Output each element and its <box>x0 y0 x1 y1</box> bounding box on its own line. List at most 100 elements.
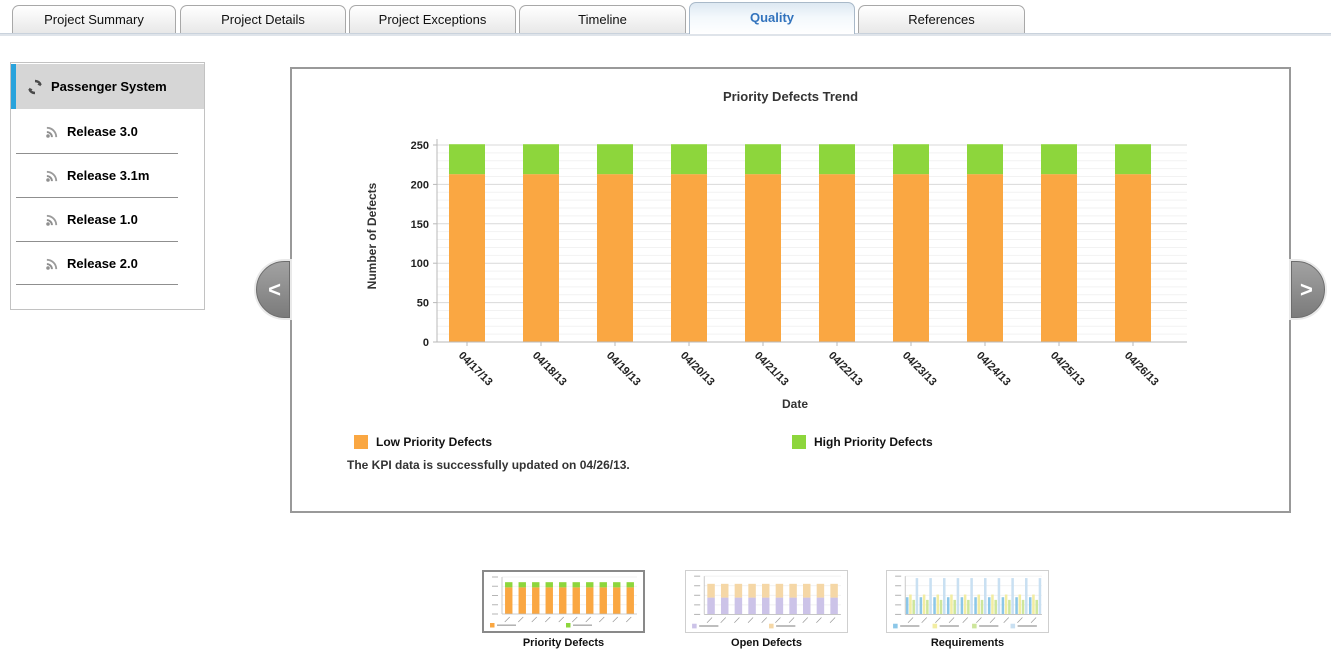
sidebar-item-passenger-system[interactable]: Passenger System <box>11 64 204 109</box>
mini-bar <box>991 595 994 615</box>
mini-x-tick <box>721 618 726 623</box>
mini-x-tick <box>1031 618 1036 623</box>
mini-bar <box>707 584 714 598</box>
kpi-chart-panel: Priority Defects Trend 05010015020025004… <box>290 67 1291 513</box>
sidebar-item-label: Passenger System <box>51 79 167 94</box>
tab-project-exceptions[interactable]: Project Exceptions <box>349 5 516 34</box>
kpi-status-note: The KPI data is successfully updated on … <box>347 458 630 472</box>
mini-bar <box>803 598 810 615</box>
mini-bar <box>613 582 620 587</box>
sidebar-item-release-2-0[interactable]: Release 2.0 <box>11 241 204 285</box>
legend-high-priority: High Priority Defects <box>792 434 933 450</box>
previous-chart-button[interactable]: < <box>256 261 290 318</box>
mini-bar <box>505 587 512 614</box>
mini-bar <box>532 587 539 614</box>
bar-low-priority <box>967 174 1003 342</box>
tab-label: Project Details <box>221 12 305 27</box>
mini-x-tick <box>505 617 510 622</box>
mini-bar <box>559 582 566 587</box>
mini-bar <box>559 587 566 614</box>
chevron-right-icon: > <box>1300 277 1313 303</box>
mini-bar <box>984 578 987 614</box>
mini-bar <box>1039 578 1042 614</box>
mini-bar <box>950 595 953 615</box>
sidebar-item-label: Release 3.1m <box>67 168 149 183</box>
bar-high-priority <box>819 144 855 174</box>
bar-low-priority <box>671 174 707 342</box>
mini-bar <box>1032 595 1035 615</box>
mini-bar <box>586 582 593 587</box>
tab-timeline[interactable]: Timeline <box>519 5 686 34</box>
x-tick-label: 04/25/13 <box>1048 350 1087 389</box>
mini-x-tick <box>830 618 835 623</box>
thumbnail-chart <box>887 571 1048 632</box>
thumbnail-priority-defects[interactable] <box>482 570 645 633</box>
bar-high-priority <box>449 144 485 174</box>
mini-bar <box>748 584 755 598</box>
mini-bar <box>974 597 977 614</box>
mini-bar <box>817 584 824 598</box>
y-tick-label: 0 <box>423 337 429 349</box>
thumbnail-chart <box>686 571 847 632</box>
mini-bar <box>970 578 973 614</box>
x-tick-label: 04/26/13 <box>1122 350 1161 389</box>
tab-references[interactable]: References <box>858 5 1025 34</box>
thumbnail-open-defects[interactable] <box>685 570 848 633</box>
sidebar-item-label: Release 1.0 <box>67 212 138 227</box>
mini-bar <box>967 600 970 615</box>
y-tick-label: 150 <box>411 219 429 231</box>
mini-x-tick <box>789 618 794 623</box>
mini-x-tick <box>748 618 753 623</box>
legend-label: High Priority Defects <box>814 435 933 449</box>
x-tick-label: 04/18/13 <box>530 350 569 389</box>
bar-low-priority <box>449 174 485 342</box>
mini-bar <box>532 582 539 587</box>
thumbnail-chart <box>484 572 643 631</box>
bar-high-priority <box>671 144 707 174</box>
project-sync-icon <box>27 79 43 95</box>
mini-bar <box>998 578 1001 614</box>
mini-x-tick <box>586 617 591 622</box>
bar-high-priority <box>967 144 1003 174</box>
mini-bar <box>505 582 512 587</box>
mini-x-tick <box>599 617 604 622</box>
sidebar-item-release-1-0[interactable]: Release 1.0 <box>11 197 204 241</box>
tab-project-summary[interactable]: Project Summary <box>12 5 176 34</box>
mini-bar <box>1022 600 1025 615</box>
thumbnail-label: Requirements <box>886 637 1049 649</box>
mini-bar <box>519 582 526 587</box>
mini-bar <box>957 578 960 614</box>
mini-x-tick <box>734 618 739 623</box>
tab-quality[interactable]: Quality <box>689 2 855 34</box>
mini-bar <box>933 597 936 614</box>
mini-legend-swatch <box>769 624 774 629</box>
mini-bar <box>1029 597 1032 614</box>
mini-x-tick <box>949 618 954 623</box>
sidebar-item-release-3-1m[interactable]: Release 3.1m <box>11 153 204 197</box>
mini-x-tick <box>1004 618 1009 623</box>
sidebar-item-release-3-0[interactable]: Release 3.0 <box>11 109 204 153</box>
x-axis-label: Date <box>695 397 895 411</box>
thumbnail-requirements[interactable] <box>886 570 1049 633</box>
bar-low-priority <box>1041 174 1077 342</box>
mini-bar <box>803 584 810 598</box>
quality-dashboard: Project Summary Project Details Project … <box>0 0 1331 672</box>
mini-x-tick <box>908 618 913 623</box>
mini-bar <box>1035 600 1038 615</box>
mini-bar <box>721 598 728 615</box>
mini-bar <box>573 582 580 587</box>
tab-project-details[interactable]: Project Details <box>180 5 346 34</box>
mini-bar <box>789 598 796 615</box>
mini-bar <box>909 595 912 615</box>
mini-bar <box>776 584 783 598</box>
mini-bar <box>929 578 932 614</box>
mini-x-tick <box>1017 618 1022 623</box>
next-chart-button[interactable]: > <box>1291 261 1325 318</box>
mini-x-tick <box>626 617 631 622</box>
mini-x-tick <box>762 618 767 623</box>
high-priority-swatch <box>792 435 806 449</box>
x-tick-label: 04/21/13 <box>752 350 791 389</box>
bar-high-priority <box>597 144 633 174</box>
mini-x-tick <box>803 618 808 623</box>
mini-bar <box>964 595 967 615</box>
